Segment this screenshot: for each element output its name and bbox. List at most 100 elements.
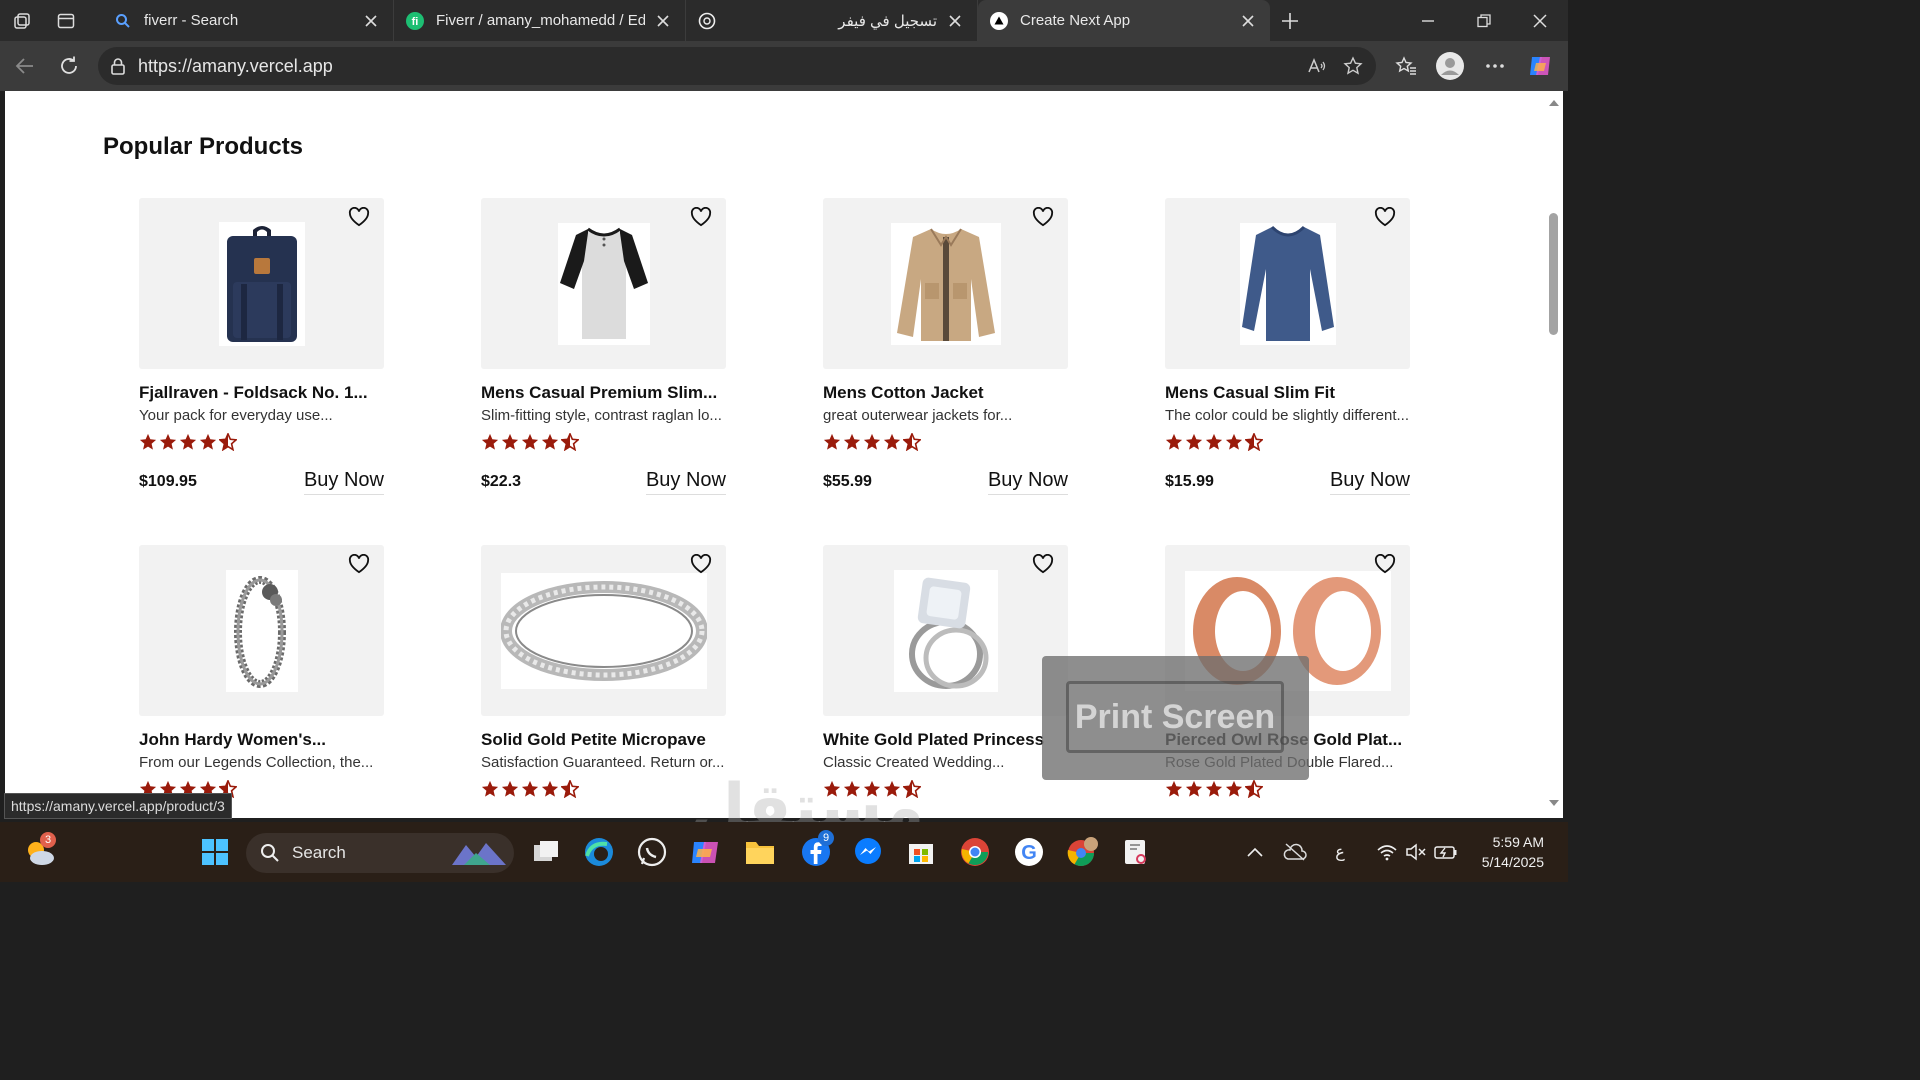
close-tab-button[interactable]	[653, 11, 673, 31]
page-scrollbar[interactable]	[1545, 91, 1563, 818]
wishlist-heart-button[interactable]	[1030, 553, 1056, 579]
web-page: Popular Products Fjallraven - Foldsack N…	[5, 91, 1545, 818]
product-image-box[interactable]	[139, 545, 384, 716]
product-card[interactable]: White Gold Plated Princess Classic Create…	[823, 545, 1068, 800]
copilot-button[interactable]	[1518, 44, 1562, 88]
settings-more-button[interactable]	[1473, 44, 1517, 88]
product-name[interactable]: Mens Casual Premium Slim...	[481, 383, 726, 403]
close-window-button[interactable]	[1512, 0, 1568, 41]
buy-now-button[interactable]: Buy Now	[987, 469, 1068, 495]
close-icon	[657, 14, 669, 27]
favorites-button[interactable]	[1384, 44, 1428, 88]
copilot-taskbar-button[interactable]	[685, 832, 725, 872]
wishlist-heart-button[interactable]	[346, 206, 372, 232]
refresh-icon	[61, 56, 77, 74]
tab-create-next-app[interactable]: Create Next App	[978, 0, 1270, 41]
language-indicator[interactable]: ع	[1320, 832, 1360, 872]
product-image-box[interactable]	[823, 545, 1068, 716]
taskbar-search-label: Search	[292, 843, 346, 862]
snipping-tool-taskbar-button[interactable]	[1116, 832, 1156, 872]
restore-button[interactable]	[1456, 0, 1512, 41]
product-image-box[interactable]	[823, 198, 1068, 369]
scrollbar-thumb[interactable]	[1549, 213, 1558, 335]
start-button[interactable]	[195, 832, 235, 872]
wishlist-heart-button[interactable]	[346, 553, 372, 579]
read-aloud-button[interactable]	[1302, 51, 1332, 81]
onedrive-button[interactable]	[1275, 832, 1315, 872]
show-hidden-icons-button[interactable]	[1235, 832, 1275, 872]
product-name[interactable]: Mens Cotton Jacket	[823, 383, 1068, 403]
wishlist-heart-button[interactable]	[688, 553, 714, 579]
back-button[interactable]	[3, 44, 47, 88]
workspaces-button[interactable]	[0, 0, 44, 41]
new-tab-button[interactable]	[1270, 0, 1310, 41]
heart-icon	[348, 553, 370, 579]
wishlist-heart-button[interactable]	[1372, 553, 1398, 579]
tab-chatgpt[interactable]: تسجيل في فيفر	[686, 0, 978, 41]
messenger-taskbar-button[interactable]	[848, 832, 888, 872]
product-name[interactable]: Solid Gold Petite Micropave	[481, 730, 726, 750]
buy-now-button[interactable]: Buy Now	[303, 469, 384, 495]
star-outline-icon	[1343, 56, 1363, 75]
store-taskbar-button[interactable]	[901, 832, 941, 872]
plus-icon	[1282, 12, 1298, 29]
minimize-button[interactable]	[1400, 0, 1456, 41]
address-bar[interactable]: https://amany.vercel.app	[98, 47, 1376, 85]
edge-taskbar-button[interactable]	[579, 832, 619, 872]
product-footer: $15.99 Buy Now	[1165, 469, 1410, 495]
product-card[interactable]: Fjallraven - Foldsack No. 1... Your pack …	[139, 198, 384, 495]
wishlist-heart-button[interactable]	[1372, 206, 1398, 232]
product-image-box[interactable]	[139, 198, 384, 369]
product-rating	[139, 431, 384, 453]
product-description: The color could be slightly different...	[1165, 407, 1410, 424]
product-rating	[823, 431, 1068, 453]
wishlist-heart-button[interactable]	[1030, 206, 1056, 232]
star-full-icon	[1165, 780, 1183, 800]
refresh-button[interactable]	[47, 44, 91, 88]
product-description: Classic Created Wedding...	[823, 754, 1005, 771]
taskbar-search[interactable]: Search	[246, 833, 514, 873]
product-name[interactable]: Fjallraven - Foldsack No. 1...	[139, 383, 384, 403]
product-card[interactable]: Mens Casual Slim Fit The color could be s…	[1165, 198, 1410, 495]
tab-fiverr-search[interactable]: fiverr - Search	[102, 0, 394, 41]
product-image-box[interactable]	[1165, 198, 1410, 369]
star-full-icon	[179, 433, 197, 453]
file-explorer-button[interactable]	[740, 832, 780, 872]
chrome-profile-taskbar-button[interactable]	[1063, 832, 1103, 872]
product-name[interactable]: John Hardy Women's...	[139, 730, 384, 750]
close-icon	[949, 14, 961, 27]
close-tab-button[interactable]	[945, 11, 965, 31]
close-tab-button[interactable]	[361, 11, 381, 31]
product-card[interactable]: John Hardy Women's... From our Legends Co…	[139, 545, 384, 800]
wishlist-heart-button[interactable]	[688, 206, 714, 232]
product-price: $55.99	[823, 473, 872, 490]
tab-title: تسجيل في فيفر	[838, 12, 937, 30]
product-image-box[interactable]	[481, 198, 726, 369]
vertical-tabs-button[interactable]	[44, 0, 88, 41]
buy-now-button[interactable]: Buy Now	[1329, 469, 1410, 495]
profile-button[interactable]	[1428, 44, 1472, 88]
star-full-icon	[501, 780, 519, 800]
close-tab-button[interactable]	[1238, 11, 1258, 31]
product-card[interactable]: Solid Gold Petite Micropave Satisfaction …	[481, 545, 726, 800]
product-card[interactable]: Mens Cotton Jacket great outerwear jacket…	[823, 198, 1068, 495]
product-card[interactable]: Mens Casual Premium Slim... Slim-fitting …	[481, 198, 726, 495]
heart-icon	[1032, 206, 1054, 232]
chrome-taskbar-button[interactable]	[955, 832, 995, 872]
tab-fiverr-edit[interactable]: fi Fiverr / amany_mohamedd / Edit	[394, 0, 686, 41]
whatsapp-taskbar-button[interactable]	[632, 832, 672, 872]
clock[interactable]: 5:59 AM 5/14/2025	[1482, 832, 1544, 872]
google-taskbar-button[interactable]: G	[1009, 832, 1049, 872]
product-footer: $109.95 Buy Now	[139, 469, 384, 495]
weather-widget[interactable]: 3	[20, 832, 60, 872]
close-icon	[1242, 14, 1254, 27]
battery-button[interactable]	[1426, 832, 1466, 872]
facebook-taskbar-button[interactable]: 9	[796, 830, 836, 872]
mountains-icon	[452, 843, 506, 865]
product-name[interactable]: White Gold Plated Princess	[823, 730, 1068, 750]
product-image-box[interactable]	[481, 545, 726, 716]
product-name[interactable]: Mens Casual Slim Fit	[1165, 383, 1410, 403]
favorite-star-button[interactable]	[1338, 51, 1368, 81]
task-view-button[interactable]	[526, 832, 566, 872]
buy-now-button[interactable]: Buy Now	[645, 469, 726, 495]
